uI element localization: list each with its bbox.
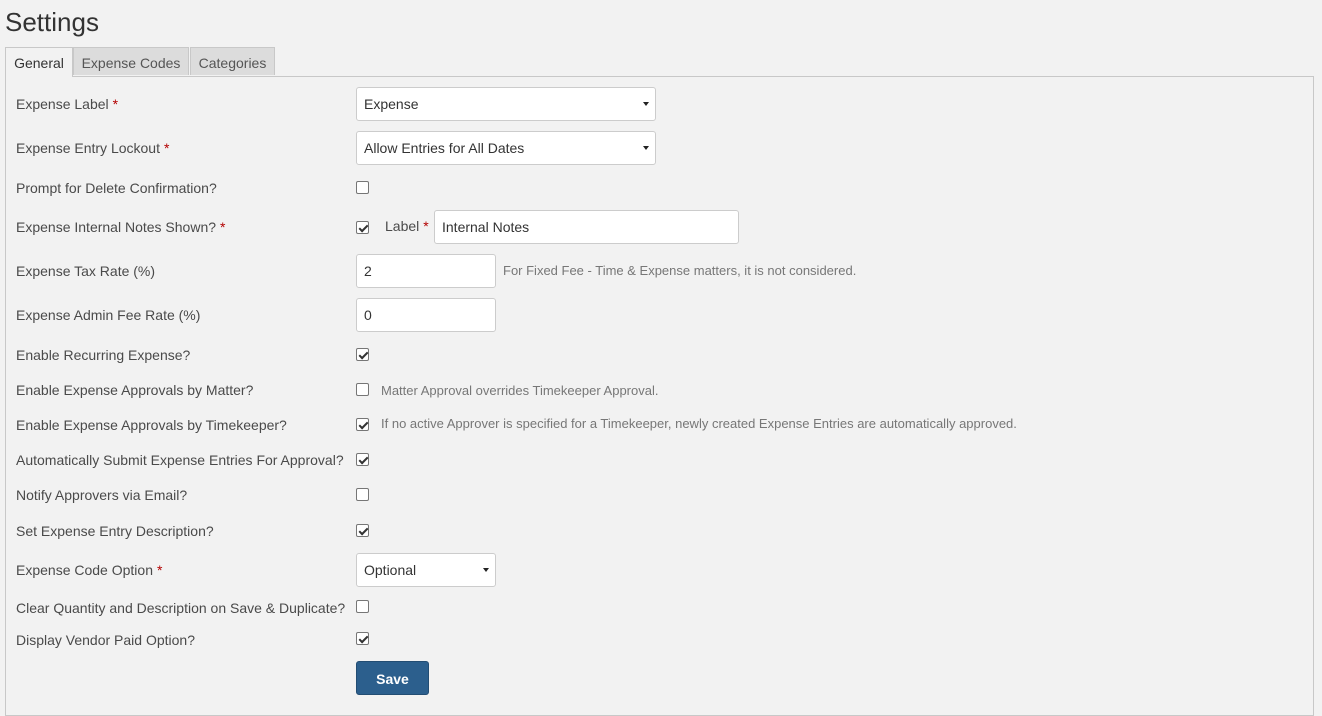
tab-categories[interactable]: Categories — [190, 47, 275, 75]
approvals-timekeeper-label: Enable Expense Approvals by Timekeeper? — [16, 417, 287, 433]
admin-fee-input[interactable]: 0 — [356, 298, 496, 332]
recurring-checkbox[interactable] — [356, 348, 369, 361]
page-title: Settings — [5, 7, 99, 37]
internal-notes-checkbox[interactable] — [356, 221, 369, 234]
expense-label-select[interactable]: Expense — [356, 87, 656, 121]
approvals-matter-label: Enable Expense Approvals by Matter? — [16, 382, 254, 398]
code-option-label: Expense Code Option * — [16, 562, 163, 578]
internal-notes-label-input[interactable]: Internal Notes — [434, 210, 739, 244]
vendor-paid-checkbox[interactable] — [356, 632, 369, 645]
approvals-timekeeper-checkbox[interactable] — [356, 418, 369, 431]
recurring-label: Enable Recurring Expense? — [16, 347, 191, 363]
auto-submit-label: Automatically Submit Expense Entries For… — [16, 452, 344, 468]
expense-label-label: Expense Label * — [16, 96, 119, 112]
caret-down-icon — [643, 146, 649, 150]
internal-notes-label: Expense Internal Notes Shown? * — [16, 219, 226, 235]
delete-confirmation-checkbox[interactable] — [356, 181, 369, 194]
admin-fee-label: Expense Admin Fee Rate (%) — [16, 307, 201, 323]
required-marker: * — [220, 219, 226, 235]
approvals-matter-checkbox[interactable] — [356, 383, 369, 396]
notify-email-label: Notify Approvers via Email? — [16, 487, 188, 503]
required-marker: * — [163, 140, 170, 156]
tab-expense-codes[interactable]: Expense Codes — [73, 47, 189, 75]
set-description-label: Set Expense Entry Description? — [16, 523, 214, 539]
tax-rate-input[interactable]: 2 — [356, 254, 496, 288]
approvals-timekeeper-help: If no active Approver is specified for a… — [381, 416, 1017, 431]
tax-rate-help: For Fixed Fee - Time & Expense matters, … — [503, 263, 857, 278]
required-marker: * — [112, 96, 119, 112]
save-button[interactable]: Save — [356, 661, 429, 695]
entry-lockout-select[interactable]: Allow Entries for All Dates — [356, 131, 656, 165]
caret-down-icon — [483, 568, 489, 572]
required-marker: * — [156, 562, 163, 578]
entry-lockout-label: Expense Entry Lockout * — [16, 140, 170, 156]
code-option-select[interactable]: Optional — [356, 553, 496, 587]
tab-general[interactable]: General — [5, 47, 73, 77]
notify-email-checkbox[interactable] — [356, 488, 369, 501]
internal-notes-sublabel: Label * — [385, 218, 429, 234]
set-description-checkbox[interactable] — [356, 524, 369, 537]
delete-confirmation-label: Prompt for Delete Confirmation? — [16, 180, 217, 196]
required-marker: * — [423, 218, 429, 234]
approvals-matter-help: Matter Approval overrides Timekeeper App… — [381, 383, 659, 398]
auto-submit-checkbox[interactable] — [356, 453, 369, 466]
caret-down-icon — [643, 102, 649, 106]
vendor-paid-label: Display Vendor Paid Option? — [16, 632, 195, 648]
clear-on-save-label: Clear Quantity and Description on Save &… — [16, 600, 346, 616]
tax-rate-label: Expense Tax Rate (%) — [16, 263, 156, 279]
clear-on-save-checkbox[interactable] — [356, 600, 369, 613]
